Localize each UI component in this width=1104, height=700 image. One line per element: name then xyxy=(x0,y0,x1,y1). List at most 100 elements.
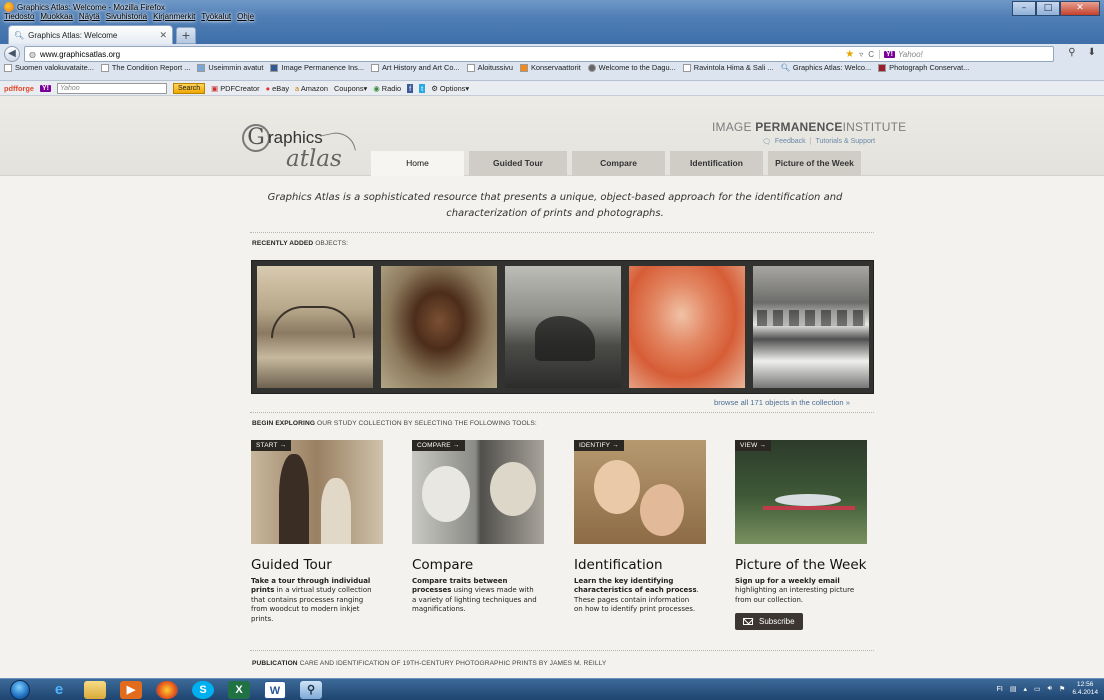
browser-tab[interactable]: 🔍︎ Graphics Atlas: Welcome ✕ xyxy=(8,25,173,44)
page-icon xyxy=(100,63,109,72)
menu-tiedosto[interactable]: Tiedosto xyxy=(4,12,34,21)
internet-explorer-icon[interactable]: e xyxy=(48,681,70,699)
dropdown-arrow-icon[interactable]: ▿ xyxy=(859,50,863,59)
menu-tyokalut[interactable]: Työkalut xyxy=(201,12,231,21)
toolbar-item-pdfcreator[interactable]: ▣ PDFCreator xyxy=(211,84,259,93)
menu-sivuhistoria[interactable]: Sivuhistoria xyxy=(106,12,147,21)
menu-nayta[interactable]: Näytä xyxy=(79,12,100,21)
subscribe-button[interactable]: Subscribe xyxy=(735,613,803,631)
toolbar-search-input[interactable]: Yahoo xyxy=(56,82,167,94)
tool-cards: START → Guided Tour Take a tour through … xyxy=(251,440,875,660)
bookmark-item[interactable]: Image Permanence Ins... xyxy=(270,63,364,72)
recent-object-thumbnail[interactable] xyxy=(629,266,745,388)
nav-tab-compare[interactable]: Compare xyxy=(572,151,665,176)
identify-tag[interactable]: IDENTIFY → xyxy=(574,440,624,451)
nav-tab-home[interactable]: Home xyxy=(371,151,464,176)
menu-bar: Tiedosto Muokkaa Näytä Sivuhistoria Kirj… xyxy=(4,12,254,21)
menu-ohje[interactable]: Ohje xyxy=(237,12,254,21)
card-title[interactable]: Compare xyxy=(412,557,552,573)
search-box[interactable]: Y! Yahoo! xyxy=(879,49,1049,59)
language-indicator[interactable]: FI xyxy=(997,686,1003,693)
word-icon[interactable]: W xyxy=(264,681,286,699)
maximize-button[interactable]: □ xyxy=(1036,1,1060,16)
twitter-icon[interactable]: t xyxy=(419,83,426,93)
guided-tour-image[interactable]: START → xyxy=(251,440,383,544)
bookmark-item[interactable]: Art History and Art Co... xyxy=(370,63,460,72)
nav-tab-picture-of-the-week[interactable]: Picture of the Week xyxy=(768,151,861,176)
clock-time: 12:56 xyxy=(1076,681,1094,688)
back-button[interactable]: ◀ xyxy=(4,46,20,62)
bookmark-item[interactable]: Konservaattorit xyxy=(519,63,581,72)
window-title: Graphics Atlas: Welcome - Mozilla Firefo… xyxy=(4,2,165,12)
tab-close-icon[interactable]: ✕ xyxy=(159,30,167,41)
recent-object-thumbnail[interactable] xyxy=(381,266,497,388)
file-explorer-icon[interactable] xyxy=(84,681,106,699)
minimize-button[interactable]: – xyxy=(1012,1,1036,16)
recent-object-thumbnail[interactable] xyxy=(753,266,869,388)
bookmark-item[interactable]: Suomen valokuvataite... xyxy=(4,63,94,72)
bookmark-star-icon[interactable]: ★ xyxy=(845,49,854,60)
excel-icon[interactable]: X xyxy=(228,681,250,699)
new-tab-button[interactable]: + xyxy=(176,27,196,44)
browse-all-link[interactable]: browse all 171 objects in the collection… xyxy=(714,398,850,407)
show-hidden-icons-icon[interactable]: ▴ xyxy=(1023,685,1027,693)
firefox-taskbar-icon[interactable] xyxy=(156,681,178,699)
bookmark-item[interactable]: Useimmin avatut xyxy=(197,63,263,72)
toolbar-item-amazon[interactable]: a Amazon xyxy=(295,84,328,93)
card-title[interactable]: Picture of the Week xyxy=(735,557,875,573)
page-icon xyxy=(682,63,691,72)
media-player-icon[interactable]: ▶ xyxy=(120,681,142,699)
toolbar-item-ebay[interactable]: ● eBay xyxy=(266,84,289,93)
recent-object-thumbnail[interactable] xyxy=(257,266,373,388)
toolbar-search-button[interactable]: Search xyxy=(172,82,206,94)
tutorials-link[interactable]: Tutorials & Support xyxy=(815,138,875,146)
graphics-atlas-logo[interactable]: G raphics atlas xyxy=(242,120,362,172)
nav-tab-guided-tour[interactable]: Guided Tour xyxy=(469,151,567,176)
bookmark-item[interactable]: 🔍︎ Graphics Atlas: Welco... xyxy=(780,63,871,72)
ipi-logo[interactable]: IMAGE PERMANENCEINSTITUTE xyxy=(712,120,906,134)
start-button[interactable] xyxy=(10,680,30,700)
action-center-flag-icon[interactable]: ⚑ xyxy=(1059,685,1065,693)
search-icon[interactable]: ⚲ xyxy=(1068,47,1075,58)
toolbar-item-options[interactable]: ⚙ Options▾ xyxy=(431,84,469,93)
bookmark-item[interactable]: The Condition Report ... xyxy=(100,63,190,72)
nav-tab-identification[interactable]: Identification xyxy=(670,151,763,176)
toolbar-item-radio[interactable]: ◉ Radio xyxy=(373,84,401,93)
card-title[interactable]: Identification xyxy=(574,557,714,573)
pdfforge-logo[interactable]: pdfforge xyxy=(4,84,34,93)
skype-icon[interactable]: S xyxy=(192,681,214,699)
card-identification: IDENTIFY → Identification Learn the key … xyxy=(574,440,714,615)
card-title[interactable]: Guided Tour xyxy=(251,557,391,573)
feedback-link[interactable]: Feedback xyxy=(775,138,806,146)
facebook-icon[interactable]: f xyxy=(407,83,414,93)
bookmark-item[interactable]: Photograph Conservat... xyxy=(878,63,969,72)
menu-kirjanmerkit[interactable]: Kirjanmerkit xyxy=(153,12,195,21)
bookmark-item[interactable]: Ravintola Hima & Sali ... xyxy=(682,63,773,72)
navigation-toolbar: ◀ ◍ www.graphicsatlas.org ★ ▿ C Y! Yahoo… xyxy=(0,44,1104,81)
compare-image[interactable]: COMPARE → xyxy=(412,440,544,544)
identification-image[interactable]: IDENTIFY → xyxy=(574,440,706,544)
publication-heading: PUBLICATION CARE AND IDENTIFICATION OF 1… xyxy=(252,660,607,667)
start-tag[interactable]: START → xyxy=(251,440,292,451)
view-tag[interactable]: VIEW → xyxy=(735,440,772,451)
bookmark-item[interactable]: Welcome to the Dagu... xyxy=(587,63,676,72)
search-app-icon[interactable]: ⚲ xyxy=(300,681,322,699)
menu-muokkaa[interactable]: Muokkaa xyxy=(40,12,72,21)
network-icon[interactable]: ▭ xyxy=(1034,685,1041,693)
bookmark-item[interactable]: Aloitussivu xyxy=(466,63,513,72)
feedback-icon: 🗨︎ xyxy=(762,139,771,146)
toolbar-item-coupons[interactable]: Coupons▾ xyxy=(334,84,367,93)
volume-icon[interactable]: 🔊︎ xyxy=(1048,685,1052,693)
picture-of-the-week-image[interactable]: VIEW → xyxy=(735,440,867,544)
keyboard-icon[interactable]: ▤ xyxy=(1010,685,1017,693)
ipi-icon xyxy=(270,63,279,72)
compare-tag[interactable]: COMPARE → xyxy=(412,440,465,451)
bookmarks-bar: Suomen valokuvataite... The Condition Re… xyxy=(4,63,969,72)
close-window-button[interactable]: ✕ xyxy=(1060,1,1100,16)
download-icon[interactable]: ⬇ xyxy=(1088,47,1096,58)
recent-object-thumbnail[interactable] xyxy=(505,266,621,388)
yahoo-engine-icon[interactable]: Y! xyxy=(884,50,895,58)
system-clock[interactable]: 12:56 6.4.2014 xyxy=(1072,681,1098,697)
reload-icon[interactable]: C xyxy=(868,50,874,59)
url-bar[interactable]: ◍ www.graphicsatlas.org ★ ▿ C Y! Yahoo! xyxy=(24,46,1054,62)
